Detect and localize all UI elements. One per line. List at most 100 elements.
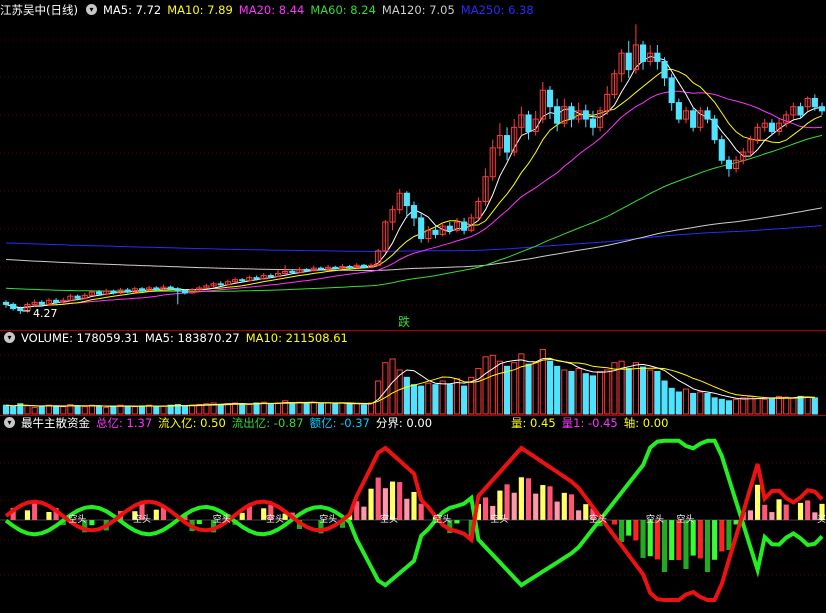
volume-bar [482,356,489,415]
candle-body [711,118,718,141]
volume-bar [310,401,317,415]
candle-body [797,106,804,116]
fund-flow-bar [719,520,725,552]
candle [461,217,468,235]
candle-body [675,102,682,120]
candle [210,281,217,288]
signal-marker: 空头 [380,513,398,525]
volume-bar [45,404,53,415]
volume-bar [239,403,246,415]
candle [246,275,253,282]
candle [396,189,403,214]
volume-bar [682,388,690,415]
candle [597,106,604,132]
volume-bar [38,406,45,415]
volume-bar [740,397,747,415]
candle [654,44,661,70]
candle [382,219,389,253]
volume-bar [2,404,10,415]
fund-flow-legend-item: 流入亿: 0.50 [158,416,226,430]
volume-bar [604,369,611,415]
candle-body [360,264,367,268]
candle [274,269,282,278]
candle [675,98,682,124]
fund-flow-bar [533,493,539,520]
candle [690,106,697,132]
candle [489,139,496,181]
candle-body [525,114,532,132]
volume-bar [53,405,60,415]
candle [561,98,568,128]
candle-body [181,289,189,294]
candle [453,217,461,233]
volume-bar [554,365,561,415]
candle-body [654,52,661,62]
fund-flow-bar [697,520,703,559]
fund-flow-bar [89,520,95,526]
signal-marker: 空头 [676,513,694,525]
volume-header: ▾ VOLUME: 178059.31 MA5: 183870.27 MA10: 21… [0,330,360,347]
candle [103,288,110,296]
candle [160,284,167,291]
fund-flow-bar [404,498,410,520]
candle-body [53,299,60,303]
candle-body [74,295,81,299]
volume-bar [561,369,568,415]
candle [217,281,224,286]
volume-bar [575,368,582,415]
volume-bar [768,397,775,415]
volume-bar [418,385,425,415]
candle [804,96,811,111]
ma-legend-item: MA250: 6.38 [460,3,534,17]
candle [67,294,74,302]
candle-body [554,106,561,124]
volume-bar [332,403,339,415]
volume-legend-item: MA10: 211508.61 [245,331,348,345]
candle-body [639,44,647,62]
signal-marker: 空头 [319,513,337,525]
volume-bar [675,391,682,415]
chevron-down-icon[interactable]: ▾ [85,4,97,15]
fund-flow-bar [196,520,202,525]
candle [468,213,475,233]
candle [2,300,10,308]
volume-bar [339,402,346,415]
candle [711,114,718,144]
fund-flow-bar [690,520,696,556]
fund-flow-legend-item: 分界: 0.00 [375,416,433,430]
fund-flow-bar [783,504,789,520]
candle-body [167,286,174,290]
volume-bar [303,402,310,415]
volume-bar [88,404,95,415]
fund-flow-legend-item: 额亿: -0.37 [309,416,370,430]
candle-body [253,277,260,280]
signal-marker: 空头 [133,513,151,525]
candle-body [589,118,597,128]
volume-bar [10,406,17,415]
volume-bar [625,368,632,415]
volume-bar [103,406,110,415]
fund-flow-bar [726,520,732,550]
candle [661,57,668,87]
candle [697,106,704,132]
volume-bar [461,385,468,415]
volume-bar [274,402,282,415]
ma-legend-item: MA5: 7.72 [102,3,162,17]
candle-body [582,110,589,120]
candle-body [346,266,353,269]
candle [10,302,17,311]
signal-marker: 空头 [646,513,664,525]
candle [475,197,482,220]
chevron-down-icon[interactable]: ▾ [4,417,15,428]
candle-body [95,291,103,295]
candle [45,298,53,306]
low-price-label: 4.27 [33,307,58,320]
candle-body [332,266,339,269]
fund-flow-bar [368,488,374,520]
fund-flow-bar [583,504,589,520]
fund-flow-bar [540,485,546,520]
candle [203,283,210,289]
moving-average-lines [5,55,823,309]
fund-flow-bar [576,510,582,520]
chevron-down-icon[interactable]: ▾ [4,332,15,343]
